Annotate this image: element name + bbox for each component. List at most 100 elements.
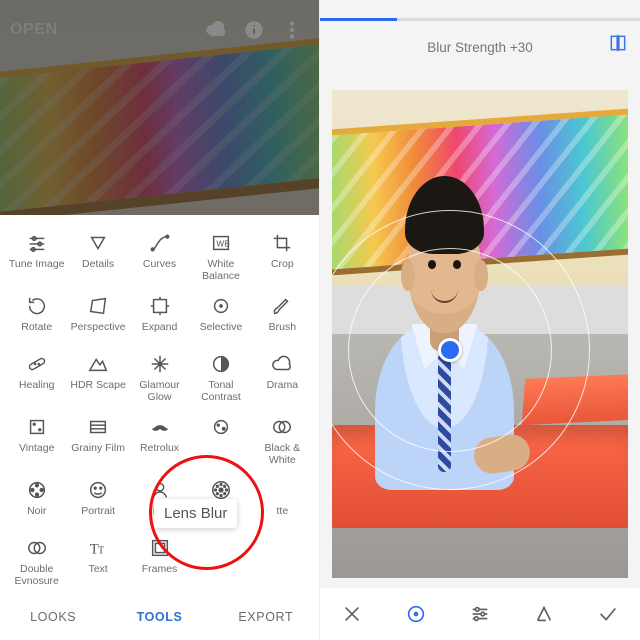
target-icon [209,294,233,318]
tool-black-white[interactable]: Black & White [252,409,313,472]
compare-icon[interactable] [608,32,628,59]
tool-label: Details [82,259,114,271]
blank-icon [270,536,294,560]
tool-tonal-contrast[interactable]: Tonal Contrast [190,346,251,409]
tool-white-balance[interactable]: WB White Balance [190,225,251,288]
tool-expand[interactable]: Expand [129,288,190,346]
blank-icon [209,536,233,560]
lens-blur-editor: Blur Strength +30 [320,0,640,640]
tool-label: Retrolux [140,443,179,455]
photo-canvas[interactable] [332,90,628,578]
triangle-down-icon [86,231,110,255]
tool-details[interactable]: Details [67,225,128,288]
tool-label: Black & White [265,443,301,466]
tool-retrolux[interactable]: Retrolux [129,409,190,472]
tool-label: Noir [27,506,46,518]
tool-label: Glamour Glow [139,380,179,403]
overlap-icon [25,536,49,560]
expand-icon [148,294,172,318]
grunge-icon [209,415,233,439]
tool-label: Tonal Contrast [201,380,241,403]
wb-icon: WB [209,231,233,255]
tool-label: Portrait [81,506,115,518]
tools-grid: Tune Image Details Curves WB White Balance Cr… [0,215,319,594]
tool-text[interactable]: TTText [67,530,128,593]
bw-icon [270,415,294,439]
tool-noir[interactable]: Noir [6,472,67,530]
mustache-icon [148,415,172,439]
tool-label: Vintage [19,443,54,455]
adjust-button[interactable] [465,599,495,629]
reel-icon [25,478,49,502]
sliders-icon [25,231,49,255]
lens-blur-tooltip: Lens Blur [154,499,237,528]
tool-selective[interactable]: Selective [190,288,251,346]
blank-icon [270,478,294,502]
tab-looks[interactable]: LOOKS [0,610,106,624]
hero-preview: OPEN [0,0,319,215]
more-icon[interactable] [275,13,309,47]
rotate-icon [25,294,49,318]
editor-bottom-bar [320,588,640,640]
tool-crop[interactable]: Crop [252,225,313,288]
focus-shape-button[interactable] [401,599,431,629]
tool-brush[interactable]: Brush [252,288,313,346]
tool-double-exposure[interactable]: Double Evnosure [6,530,67,593]
tool-label: Grainy Film [71,443,125,455]
tool-label: Curves [143,259,176,271]
tool-tune-image[interactable]: Tune Image [6,225,67,288]
tool-portrait[interactable]: Portrait [67,472,128,530]
tool-vignette[interactable]: tte [252,472,313,530]
tool-rotate[interactable]: Rotate [6,288,67,346]
cloud-icon [270,352,294,376]
tool-label: Tune Image [9,259,65,271]
square-dots-icon [25,415,49,439]
cloud-icon[interactable] [199,13,233,47]
apply-button[interactable] [593,599,623,629]
tool-label: tte [276,506,288,518]
tool-label: Brush [269,322,296,334]
bandage-icon [25,352,49,376]
info-icon[interactable] [237,13,271,47]
tool-label: Double Evnosure [15,564,59,587]
tool-grainy-film[interactable]: Grainy Film [67,409,128,472]
tool-label: Crop [271,259,294,271]
tool-glamour-glow[interactable]: Glamour Glow [129,346,190,409]
svg-text:T: T [98,546,104,557]
warp-icon [86,294,110,318]
tab-tools[interactable]: TOOLS [106,610,212,624]
tool-frames[interactable]: Frames [129,530,190,593]
tool-grunge[interactable] [190,409,251,472]
blur-center-handle[interactable] [438,338,462,362]
bottom-tabs: LOOKS TOOLS EXPORT [0,594,319,640]
tool-label: White Balance [202,259,240,282]
slider-track[interactable] [320,18,640,21]
brush-icon [270,294,294,318]
tool-label: Healing [19,380,55,392]
tool-label: HDR Scape [70,380,125,392]
tool-label: Rotate [21,322,52,334]
styles-button[interactable] [529,599,559,629]
tool-perspective[interactable]: Perspective [67,288,128,346]
sparkle-icon [148,352,172,376]
param-readout: Blur Strength +30 [427,40,532,55]
tool-label: Frames [142,564,178,576]
open-button[interactable]: OPEN [10,21,58,39]
tools-screen: OPEN Tune Image Details Curves WB White Bala… [0,0,320,640]
tool-healing[interactable]: Healing [6,346,67,409]
tool-drama[interactable]: Drama [252,346,313,409]
mountain-icon [86,352,110,376]
tab-export[interactable]: EXPORT [213,610,319,624]
tool-curves[interactable]: Curves [129,225,190,288]
film-icon [86,415,110,439]
tool-vintage[interactable]: Vintage [6,409,67,472]
cancel-button[interactable] [337,599,367,629]
tool-label: Perspective [71,322,126,334]
tool-label: Drama [267,380,299,392]
tool-hdr-scape[interactable]: HDR Scape [67,346,128,409]
crop-icon [270,231,294,255]
face-icon [86,478,110,502]
tool-label: Text [88,564,107,576]
frame-icon [148,536,172,560]
tool-label: Selective [200,322,243,334]
